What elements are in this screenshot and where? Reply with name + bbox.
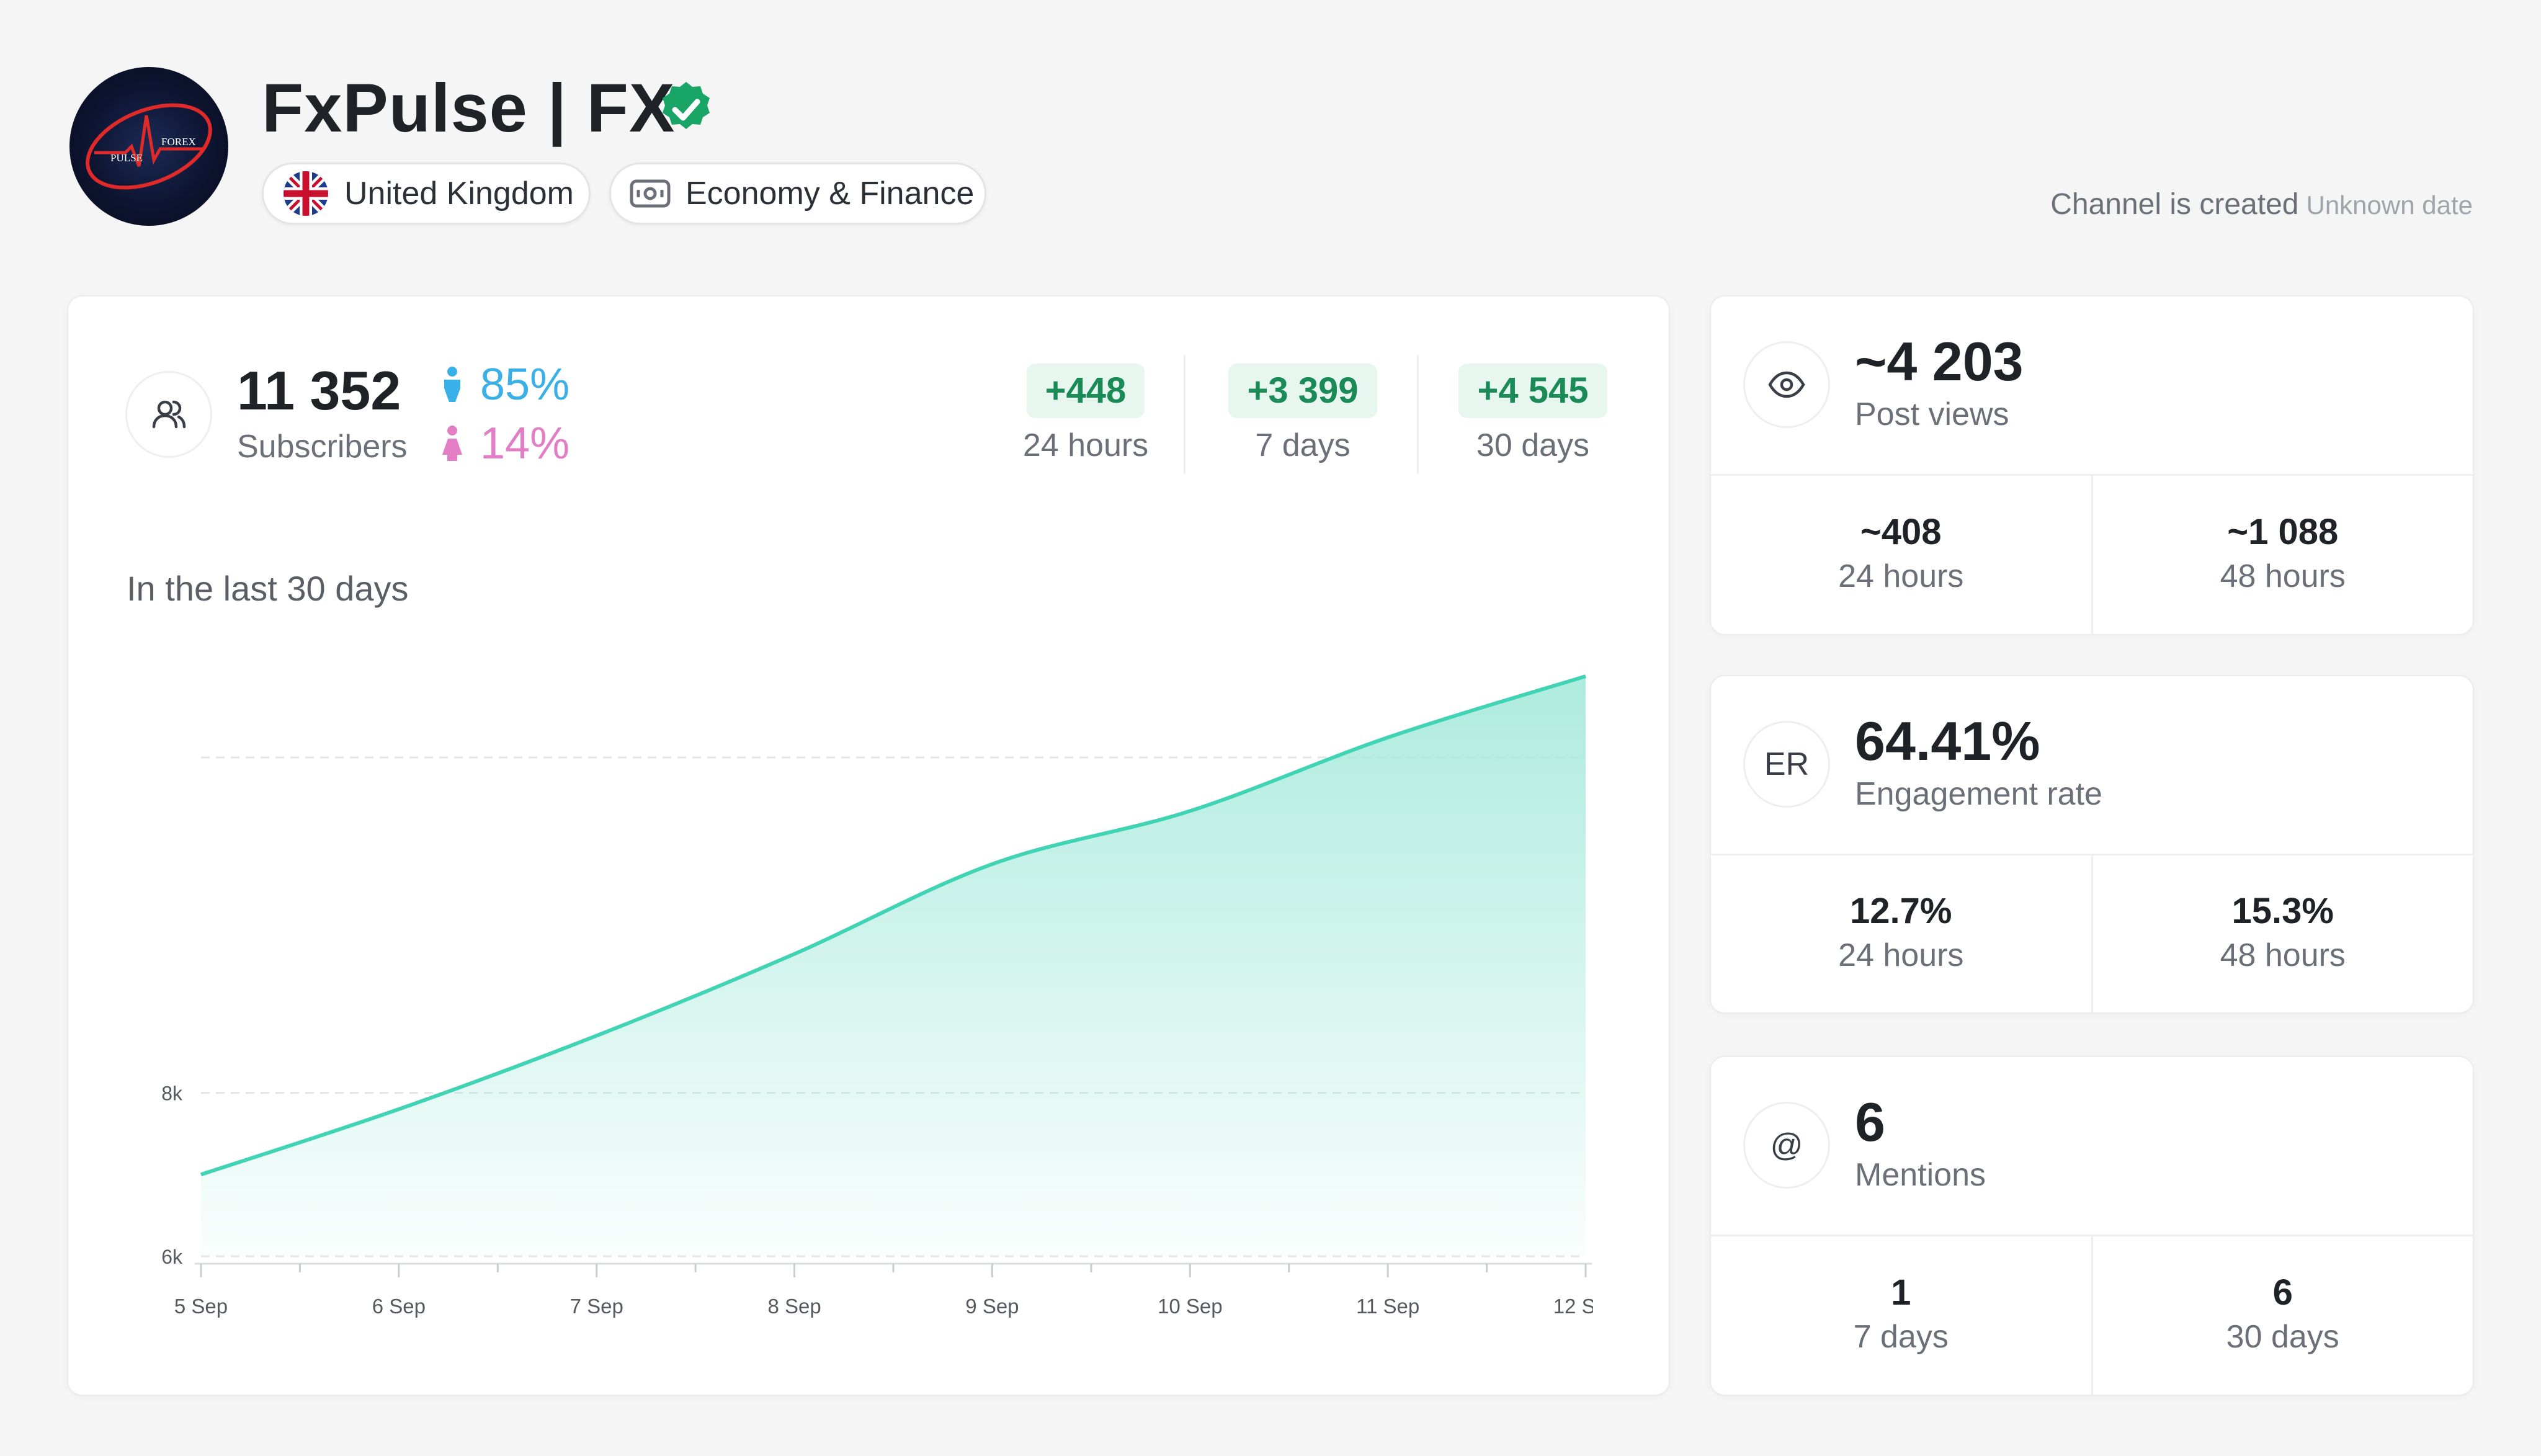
post-views-card: ~4 203 Post views ~408 24 hours ~1 088 4… <box>1710 295 2474 635</box>
x-tick-label: 9 Sep <box>965 1295 1019 1318</box>
er-24h-label: 24 hours <box>1838 934 1963 977</box>
mentions-30d-label: 30 days <box>2226 1315 2339 1359</box>
views-24h-value: ~408 <box>1860 510 1942 555</box>
channel-avatar: FOREX PULSE <box>69 67 228 226</box>
x-tick-label: 11 Sep <box>1356 1295 1419 1318</box>
x-tick-label: 5 Sep <box>174 1295 228 1318</box>
uk-flag-icon <box>282 169 329 218</box>
delta-30d-value: +4 545 <box>1458 364 1607 418</box>
country-label: United Kingdom <box>344 175 574 212</box>
banknote-icon <box>630 169 671 218</box>
divider <box>1417 355 1419 474</box>
mentions-value: 6 <box>1855 1088 1885 1156</box>
y-tick-label: 6k <box>161 1246 183 1268</box>
series-area <box>201 676 1586 1256</box>
divider <box>1184 355 1186 474</box>
mentions-30d: 6 30 days <box>2091 1235 2473 1395</box>
female-share: 14% <box>442 416 569 471</box>
logo-text-bottom: PULSE <box>110 152 143 164</box>
er-24h: 12.7% 24 hours <box>1711 854 2091 1012</box>
male-percent: 85% <box>480 357 569 413</box>
views-48h-label: 48 hours <box>2220 555 2346 598</box>
subscribers-label: Subscribers <box>237 428 408 465</box>
at-sign-icon: @ <box>1743 1102 1830 1189</box>
delta-24h-label: 24 hours <box>1005 427 1166 464</box>
engagement-value: 64.41% <box>1855 707 2040 775</box>
subscribers-chart[interactable]: 6k 8k 5 Sep 6 Sep 7 Sep 8 Sep 9 Sep 10 Sep 11 Se… <box>127 651 1593 1346</box>
engagement-card: ER 64.41% Engagement rate 12.7% 24 hours… <box>1710 675 2474 1014</box>
views-24h: ~408 24 hours <box>1711 474 2091 634</box>
users-icon <box>125 371 212 458</box>
engagement-label: Engagement rate <box>1855 775 2102 813</box>
delta-7d: +3 399 7 days <box>1216 364 1390 464</box>
mentions-30d-value: 6 <box>2273 1271 2293 1315</box>
post-views-value: ~4 203 <box>1855 328 2024 396</box>
female-percent: 14% <box>480 416 569 471</box>
mentions-card: @ 6 Mentions 1 7 days 6 30 days <box>1710 1056 2474 1396</box>
mentions-7d: 1 7 days <box>1711 1235 2091 1395</box>
category-label: Economy & Finance <box>685 175 974 212</box>
delta-7d-value: +3 399 <box>1228 364 1377 418</box>
x-tick-label: 12 Sep <box>1553 1295 1593 1318</box>
chart-svg: 6k 8k 5 Sep 6 Sep 7 Sep 8 Sep 9 Sep 10 Sep 11 Se… <box>127 651 1593 1346</box>
x-tick-label: 7 Sep <box>570 1295 623 1318</box>
country-chip[interactable]: United Kingdom <box>262 163 591 225</box>
channel-created: Channel is created Unknown date <box>2050 187 2473 221</box>
views-24h-label: 24 hours <box>1838 555 1963 598</box>
chart-section-title: In the last 30 days <box>127 568 409 609</box>
logo-text-top: FOREX <box>161 136 196 148</box>
mentions-label: Mentions <box>1855 1156 1986 1194</box>
delta-24h: +448 24 hours <box>1005 364 1166 464</box>
male-icon <box>442 366 463 403</box>
y-tick-label: 8k <box>161 1083 183 1105</box>
delta-30d-label: 30 days <box>1449 427 1617 464</box>
female-icon <box>442 425 463 462</box>
verified-check-icon <box>656 79 716 139</box>
delta-24h-value: +448 <box>1027 364 1145 418</box>
er-48h: 15.3% 48 hours <box>2091 854 2473 1012</box>
views-48h: ~1 088 48 hours <box>2091 474 2473 634</box>
x-tick-label: 8 Sep <box>767 1295 821 1318</box>
mentions-7d-label: 7 days <box>1854 1315 1949 1359</box>
er-48h-value: 15.3% <box>2232 889 2334 934</box>
subscribers-count: 11 352 <box>237 357 401 425</box>
views-48h-value: ~1 088 <box>2227 510 2338 555</box>
created-label: Channel is created <box>2050 188 2298 221</box>
mentions-7d-value: 1 <box>1891 1271 1911 1315</box>
x-tick-label: 6 Sep <box>372 1295 426 1318</box>
er-48h-label: 48 hours <box>2220 934 2346 977</box>
channel-title: FxPulse | FX <box>262 68 675 149</box>
er-24h-value: 12.7% <box>1850 889 1952 934</box>
post-views-label: Post views <box>1855 396 2009 433</box>
delta-7d-label: 7 days <box>1216 427 1390 464</box>
male-share: 85% <box>442 357 569 413</box>
created-value: Unknown date <box>2306 190 2473 220</box>
x-tick-label: 10 Sep <box>1158 1295 1223 1318</box>
eye-icon <box>1743 341 1830 428</box>
delta-30d: +4 545 30 days <box>1449 364 1617 464</box>
category-chip[interactable]: Economy & Finance <box>609 163 986 225</box>
er-icon: ER <box>1743 721 1830 808</box>
